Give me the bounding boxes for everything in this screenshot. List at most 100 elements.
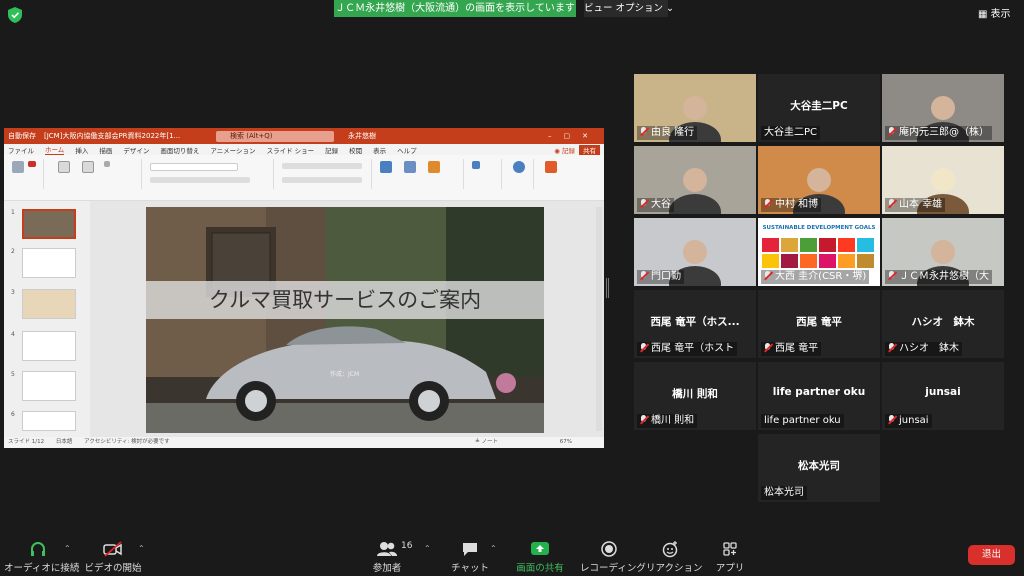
participant-tile[interactable]: 中村 和博	[758, 146, 880, 214]
slide-thumbnail-3[interactable]	[22, 289, 76, 319]
join-audio-button[interactable]: オーディオに接続	[4, 540, 79, 574]
participant-name: 橋川 則和	[651, 415, 695, 426]
chat-caret[interactable]: ⌃	[490, 544, 497, 553]
participant-tile[interactable]: ハシオ 鉢木 ハシオ 鉢木	[882, 290, 1004, 358]
zoom-level[interactable]: 67%	[560, 439, 572, 445]
participant-tile[interactable]: junsai junsai	[882, 362, 1004, 430]
leave-meeting-button[interactable]: 退出	[968, 545, 1015, 565]
ppt-tab-transitions[interactable]: 画面切り替え	[160, 145, 199, 155]
ppt-tab-file[interactable]: ファイル	[8, 145, 34, 155]
find-icon[interactable]	[472, 161, 480, 169]
participant-name-label: ＪＣＭ永井悠樹（大	[885, 270, 992, 284]
slide-thumbnail-1[interactable]	[22, 209, 76, 239]
autosave-label[interactable]: 自動保存	[8, 131, 36, 141]
slide-thumbnail-6[interactable]	[22, 411, 76, 431]
participant-center-name: 西尾 竜平（ホス...	[650, 316, 740, 328]
participants-caret[interactable]: ⌃	[424, 544, 431, 553]
ppt-tab-home[interactable]: ホーム	[45, 144, 65, 155]
participant-name-label: 大谷圭二PC	[761, 126, 821, 140]
start-video-button[interactable]: ビデオの開始	[82, 540, 144, 574]
thumb-number: 4	[11, 331, 15, 338]
slide-thumbnail-5[interactable]	[22, 371, 76, 401]
participant-tile[interactable]: 大谷圭二PC 大谷圭二PC	[758, 74, 880, 142]
thumb-number: 2	[11, 248, 15, 255]
cut-icon[interactable]	[28, 161, 36, 167]
slide-thumbnail-4[interactable]	[22, 331, 76, 361]
record-icon	[601, 541, 617, 557]
ppt-tab-record[interactable]: 記録	[325, 145, 338, 155]
view-options-button[interactable]: ビュー オプション ⌄	[584, 0, 674, 17]
participant-name-label: 大谷	[637, 198, 674, 212]
view-button[interactable]: ▦ 表示	[978, 5, 1020, 25]
participant-tile[interactable]: 庵内元三郎@（株）	[882, 74, 1004, 142]
font-style-icons[interactable]	[150, 177, 250, 183]
notes-button[interactable]: ≜ ノート	[475, 439, 498, 445]
ppt-tab-view[interactable]: 表示	[373, 145, 386, 155]
participant-tile[interactable]: 大谷	[634, 146, 756, 214]
participant-tile[interactable]: 由良 隆行	[634, 74, 756, 142]
ppt-tab-animations[interactable]: アニメーション	[210, 145, 255, 155]
ppt-tab-draw[interactable]: 描画	[99, 145, 112, 155]
ribbon-group-paragraph	[276, 159, 372, 189]
participants-label: 参加者	[372, 563, 402, 574]
participant-tile[interactable]: 山本 幸雄	[882, 146, 1004, 214]
security-shield-icon[interactable]	[8, 7, 22, 23]
window-controls-icon[interactable]: –▢✕	[548, 132, 600, 140]
reuse-slide-icon[interactable]	[82, 161, 94, 173]
slide-scrollbar[interactable]	[596, 207, 602, 431]
participant-tile[interactable]: 西尾 竜平（ホス... 西尾 竜平（ホスト	[634, 290, 756, 358]
record-button[interactable]: レコーディング	[580, 540, 646, 574]
participant-tile[interactable]: life partner oku life partner oku	[758, 362, 880, 430]
layout-icon[interactable]	[104, 161, 110, 167]
muted-mic-icon	[764, 271, 773, 281]
participant-name-label: ハシオ 鉢木	[885, 342, 962, 356]
ppt-share-button[interactable]: 共有	[579, 144, 600, 155]
shared-screen-powerpoint[interactable]: 自動保存 [JCM]大阪内協働支部会PR資料2022年[1... 検索 (Alt…	[4, 128, 604, 448]
ppt-tab-design[interactable]: デザイン	[123, 145, 149, 155]
slide-thumbnail-pane: 1 2 3 4 5 6	[4, 201, 90, 437]
arrange-icon[interactable]	[404, 161, 416, 173]
muted-mic-icon	[888, 199, 897, 209]
audio-options-caret[interactable]: ⌃	[64, 544, 71, 553]
quick-styles-icon[interactable]	[428, 161, 440, 173]
reactions-button[interactable]: リアクション	[646, 540, 703, 574]
font-name-box[interactable]	[150, 163, 238, 171]
ppt-tab-review[interactable]: 校閲	[349, 145, 362, 155]
ppt-tab-slideshow[interactable]: スライド ショー	[267, 145, 315, 155]
participant-name-label: 西尾 竜平	[761, 342, 822, 356]
chat-button[interactable]: チャット	[450, 540, 490, 574]
share-screen-button[interactable]: 画面の共有	[512, 540, 568, 574]
shapes-icon[interactable]	[380, 161, 392, 173]
slide-thumbnail-2[interactable]	[22, 248, 76, 278]
participant-tile[interactable]: 門口勤	[634, 218, 756, 286]
ppt-tab-insert[interactable]: 挿入	[75, 145, 88, 155]
split-resize-handle[interactable]	[606, 278, 609, 298]
slide-canvas[interactable]: クルマ買取サービスのご案内 作成：JCM	[146, 207, 544, 433]
apps-button[interactable]: アプリ	[712, 540, 748, 574]
participant-name-label: 大西 圭介(CSR・堺)	[761, 270, 870, 284]
participant-name: junsai	[899, 415, 929, 426]
status-accessibility[interactable]: アクセシビリティ: 検討が必要です	[84, 439, 170, 445]
participant-tile[interactable]: 橋川 則和 橋川 則和	[634, 362, 756, 430]
thumb-number: 1	[11, 209, 15, 216]
dictation-mic-icon[interactable]	[513, 161, 525, 173]
participant-tile[interactable]: ＪＣＭ永井悠樹（大	[882, 218, 1004, 286]
video-options-caret[interactable]: ⌃	[138, 544, 145, 553]
design-ideas-icon[interactable]	[545, 161, 557, 173]
ppt-editing-area: 1 2 3 4 5 6 クルマ買取サービスのご案内 作成：JCM	[4, 201, 604, 437]
paste-icon[interactable]	[12, 161, 24, 173]
chat-icon	[463, 543, 477, 556]
participant-name-label: 橋川 則和	[637, 414, 698, 428]
list-icons[interactable]	[282, 163, 362, 169]
ppt-search-box[interactable]: 検索 (Alt+Q)	[216, 130, 334, 142]
participant-tile[interactable]: SUSTAINABLE DEVELOPMENT GOALS 大西 圭介(CSR・堺…	[758, 218, 880, 286]
muted-mic-icon	[640, 415, 649, 425]
participant-tile[interactable]: 松本光司 松本光司	[758, 434, 880, 502]
participant-tile[interactable]: 西尾 竜平 西尾 竜平	[758, 290, 880, 358]
align-icons[interactable]	[282, 177, 362, 183]
ppt-record-button[interactable]: ◉ 記録	[554, 145, 575, 155]
screen-share-banner: ＪＣＭ永井悠樹（大阪流通）の画面を表示しています	[334, 0, 576, 17]
ppt-tab-help[interactable]: ヘルプ	[397, 145, 417, 155]
slide-credit: 作成：JCM	[330, 371, 360, 378]
new-slide-icon[interactable]	[58, 161, 70, 173]
